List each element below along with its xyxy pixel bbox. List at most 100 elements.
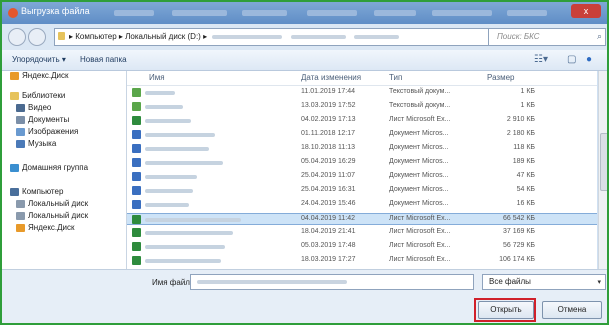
cell-size: 118 КБ [513,144,535,151]
blurred-path [290,34,346,39]
search-input[interactable]: Поиск: БКС ⌕ [488,28,606,46]
cell-date: 18.10.2018 11:13 [301,144,355,151]
cell-type: Документ Micros... [389,186,449,193]
cell-date: 04.04.2019 11:42 [301,215,355,222]
disk-icon [16,199,25,208]
cell-size: 2 910 КБ [506,116,535,123]
table-row[interactable]: 18.04.2019 21:41 Лист Microsoft Ex... 37 1… [127,227,597,239]
table-row[interactable]: 24.04.2019 15:46 Документ Micros... 16 КБ [127,199,597,211]
table-row[interactable]: 11.01.2019 17:44 Текстовый докум... 1 КБ [127,87,597,99]
word-file-icon [132,158,141,167]
blurred-filename [197,280,347,284]
table-row[interactable]: 05.04.2019 16:29 Документ Micros... 189 КБ [127,157,597,169]
video-icon [16,103,25,112]
computer-icon [10,187,19,196]
table-row[interactable]: 18.10.2018 11:13 Документ Micros... 118 КБ [127,143,597,155]
table-row[interactable]: 05.03.2019 17:48 Лист Microsoft Ex... 56 7… [127,241,597,253]
cell-date: 18.04.2019 21:41 [301,228,356,235]
cell-type: Документ Micros... [389,172,449,179]
cell-type: Текстовый докум... [389,102,451,109]
excel-file-icon [132,228,141,237]
blurred-file-name [145,147,209,151]
cell-type: Лист Microsoft Ex... [389,242,451,249]
forward-button[interactable] [28,28,46,46]
table-row[interactable]: 13.03.2019 17:52 Текстовый докум... 1 КБ [127,101,597,113]
folder-icon [58,32,65,40]
sidebar-item-local-disk-d[interactable]: Локальный диск [16,211,88,220]
column-type[interactable]: Тип [389,73,402,82]
cell-type: Лист Microsoft Ex... [389,256,451,263]
cell-size: 1 КБ [520,102,535,109]
cell-type: Лист Microsoft Ex... [389,228,451,235]
table-row[interactable]: 25.04.2019 16:31 Документ Micros... 54 КБ [127,185,597,197]
column-header: Имя Дата изменения Тип Размер [127,71,597,86]
close-button[interactable]: x [571,4,601,18]
blurred-tab [307,10,357,16]
column-date[interactable]: Дата изменения [301,73,361,82]
organize-menu[interactable]: Упорядочить ▾ [12,55,66,64]
browser-icon [8,8,18,18]
cell-date: 13.03.2019 17:52 [301,102,356,109]
excel-file-icon [132,256,141,265]
sidebar-item-music[interactable]: Музыка [16,139,56,148]
blurred-tab [114,10,154,16]
vertical-scrollbar[interactable] [598,71,607,269]
file-dialog: Выгрузка файла x ▸ Компьютер ▸ Локальный… [0,0,609,325]
blurred-file-name [145,231,233,235]
cell-type: Лист Microsoft Ex... [389,215,451,222]
cell-date: 05.04.2019 16:29 [301,158,356,165]
blurred-tab [507,10,547,16]
blurred-file-name [145,119,191,123]
sidebar-item-yandex-disk[interactable]: Яндекс.Диск [10,71,69,80]
view-options-icon[interactable]: ☷▾ [534,54,548,65]
breadcrumb-computer[interactable]: Компьютер [75,32,116,41]
word-file-icon [132,200,141,209]
sidebar-item-documents[interactable]: Документы [16,115,69,124]
sidebar-item-libraries[interactable]: Библиотеки [10,91,65,100]
cell-size: 2 180 КБ [506,130,535,137]
word-file-icon [132,130,141,139]
blurred-tab [374,10,416,16]
column-name[interactable]: Имя [149,73,165,82]
title-bar: Выгрузка файла x [2,2,607,24]
cancel-button[interactable]: Отмена [542,301,602,319]
libraries-icon [10,91,19,100]
cell-date: 25.04.2019 16:31 [301,186,356,193]
back-button[interactable] [8,28,26,46]
sidebar-item-yandex-disk-2[interactable]: Яндекс.Диск [16,223,75,232]
text-file-icon [132,102,141,111]
filename-input[interactable]: ▾ [190,274,474,290]
documents-icon [16,115,25,124]
help-icon[interactable]: ● [586,54,592,65]
file-type-filter[interactable]: Все файлы ▾ [482,274,606,290]
search-placeholder: Поиск: БКС [497,32,540,41]
blurred-path [353,34,399,39]
sidebar-item-homegroup[interactable]: Домашняя группа [10,163,88,172]
table-row[interactable]: 04.02.2019 17:13 Лист Microsoft Ex... 2 91… [127,115,597,127]
column-size[interactable]: Размер [487,73,515,82]
open-button[interactable]: Открыть [478,301,534,319]
table-row[interactable]: 18.03.2019 17:27 Лист Microsoft Ex... 106 … [127,255,597,267]
word-file-icon [132,172,141,181]
preview-pane-icon[interactable]: ▢ [567,54,576,65]
cell-type: Лист Microsoft Ex... [389,116,451,123]
sidebar-item-computer[interactable]: Компьютер [10,187,63,196]
text-file-icon [132,88,141,97]
excel-file-icon [132,116,141,125]
music-icon [16,139,25,148]
scroll-thumb[interactable] [600,133,607,191]
new-folder-button[interactable]: Новая папка [80,55,127,64]
table-row[interactable]: 01.11.2018 12:17 Документ Micros... 2 180 … [127,129,597,141]
breadcrumb[interactable]: ▸ Компьютер ▸ Локальный диск (D:) ▸ ▾ ↻ [54,28,524,46]
sidebar-item-local-disk-c[interactable]: Локальный диск [16,199,88,208]
blurred-file-name [145,161,223,165]
table-row[interactable]: 25.04.2019 11:07 Документ Micros... 47 КБ [127,171,597,183]
table-row[interactable]: 04.04.2019 11:42 Лист Microsoft Ex... 66 5… [127,213,597,225]
window-title: Выгрузка файла [21,6,90,16]
sidebar-item-video[interactable]: Видео [16,103,51,112]
cell-size: 106 174 КБ [499,256,535,263]
sidebar-item-images[interactable]: Изображения [16,127,78,136]
breadcrumb-drive-d[interactable]: Локальный диск (D:) [125,32,201,41]
cell-type: Документ Micros... [389,158,449,165]
cell-type: Документ Micros... [389,144,449,151]
